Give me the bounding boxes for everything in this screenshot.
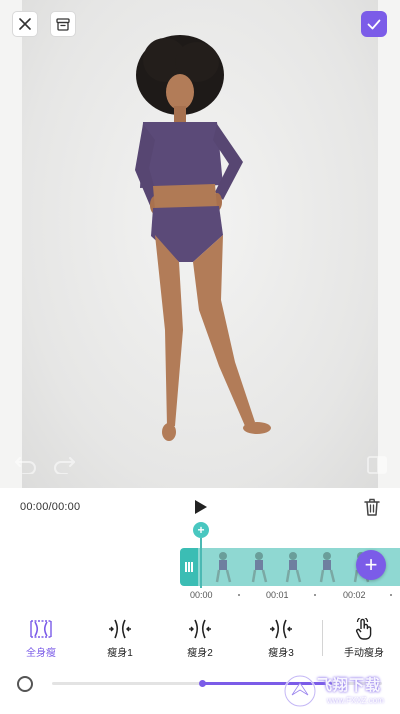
tool-full-body-slim[interactable]: 全身瘦 — [10, 618, 72, 659]
preview-edge-left — [0, 0, 22, 488]
watermark-logo-icon — [284, 675, 316, 707]
clip-thumbnail — [319, 552, 336, 583]
hand-pointer-icon — [356, 618, 372, 640]
clip-thumbnail — [251, 552, 268, 583]
tool-label: 瘦身2 — [187, 648, 213, 659]
watermark: 飞翔下载 www.FXXZ.com — [283, 672, 400, 710]
plus-icon: + — [364, 552, 378, 577]
video-preview — [0, 0, 400, 488]
close-button[interactable] — [12, 11, 38, 37]
check-icon — [367, 19, 381, 29]
watermark-text: 飞翔下载 — [317, 677, 382, 694]
tool-divider — [322, 620, 323, 656]
save-draft-button[interactable] — [50, 11, 76, 37]
add-clip-button[interactable]: + — [356, 550, 386, 580]
close-icon — [19, 18, 31, 30]
clip-trim-handle[interactable] — [180, 548, 198, 586]
model-photo — [135, 35, 271, 441]
timeline-tick-dot — [314, 594, 316, 596]
trash-icon[interactable] — [362, 497, 382, 517]
confirm-button[interactable] — [361, 11, 387, 37]
tool-label: 手动瘦身 — [344, 648, 384, 659]
waist-slim-icon — [189, 619, 211, 639]
time-readout: 00:00/00:00 — [20, 501, 81, 513]
clip-thumbnail — [215, 552, 232, 583]
reset-intensity-button[interactable] — [17, 676, 33, 692]
slimming-tools: 全身瘦 瘦身1 瘦身2 瘦身3 手动瘦身 — [0, 614, 400, 664]
timeline-tick-label: 00:01 — [266, 590, 289, 600]
preview-edge-right — [378, 0, 400, 488]
timeline-tick-dot — [238, 594, 240, 596]
play-button[interactable] — [190, 496, 212, 518]
tool-manual-slim[interactable]: 手动瘦身 — [333, 618, 395, 659]
intensity-slider-knob[interactable] — [199, 680, 206, 687]
tool-label: 瘦身3 — [268, 648, 294, 659]
tool-label: 瘦身1 — [107, 648, 133, 659]
playhead-line — [200, 538, 202, 588]
tool-slim-1[interactable]: 瘦身1 — [89, 618, 151, 659]
timeline-tick-label: 00:02 — [343, 590, 366, 600]
tool-label: 全身瘦 — [26, 648, 56, 659]
archive-icon — [56, 17, 70, 31]
timeline-tick-dot — [390, 594, 392, 596]
waist-slim-icon — [270, 619, 292, 639]
playhead-knob[interactable]: + — [193, 522, 209, 538]
waist-slim-icon — [109, 619, 131, 639]
tool-slim-2[interactable]: 瘦身2 — [169, 618, 231, 659]
timeline-tick-label: 00:00 — [190, 590, 213, 600]
compare-icon[interactable] — [366, 454, 388, 476]
undo-icon[interactable] — [14, 454, 38, 474]
play-icon — [195, 500, 207, 514]
watermark-url: www.FXXZ.com — [327, 696, 384, 705]
clip-thumbnail — [285, 552, 302, 583]
tool-slim-3[interactable]: 瘦身3 — [250, 618, 312, 659]
redo-icon[interactable] — [52, 454, 76, 474]
timeline[interactable]: + + 00:00 00:01 00:02 — [0, 520, 400, 610]
full-body-icon — [30, 620, 52, 638]
